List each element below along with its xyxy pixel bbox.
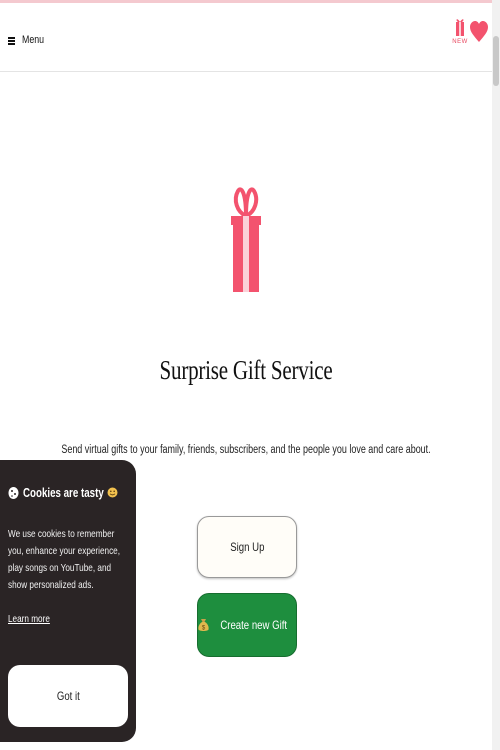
cookie-banner-text: We use cookies to remember you, enhance … — [8, 528, 121, 591]
cookie-banner-header: Cookies are tasty — [8, 485, 118, 500]
money-bag-icon: $ — [198, 619, 209, 632]
scrollbar-thumb[interactable] — [493, 36, 499, 86]
cookie-icon — [8, 486, 19, 499]
menu-button[interactable]: Menu — [8, 31, 50, 49]
heart-icon — [470, 21, 488, 42]
accept-cookies-label: Got it — [56, 689, 80, 703]
gift-icon — [231, 187, 261, 292]
page-subtitle: Send virtual gifts to your family, frien… — [61, 444, 431, 456]
new-badge-label: NEW — [452, 39, 468, 45]
menu-label: Menu — [22, 34, 45, 46]
create-gift-label: Create new Gift — [220, 618, 288, 632]
learn-more-link[interactable]: Learn more — [8, 613, 50, 625]
site-header: Menu NEW — [0, 3, 492, 72]
favorites-button[interactable] — [470, 21, 488, 43]
cookie-banner-title: Cookies are tasty — [23, 485, 104, 500]
page-scrollbar[interactable] — [492, 0, 500, 750]
page-title: Surprise Gift Service — [159, 355, 333, 385]
new-gift-link[interactable]: NEW — [452, 17, 468, 45]
smiley-cookie-icon — [107, 487, 118, 498]
small-gift-icon — [456, 19, 464, 36]
sign-up-button[interactable]: Sign Up — [197, 516, 297, 578]
sign-up-label: Sign Up — [229, 540, 265, 554]
create-gift-button[interactable]: $ Create new Gift — [197, 593, 297, 657]
hamburger-icon — [8, 36, 16, 45]
accept-cookies-button[interactable]: Got it — [8, 665, 128, 727]
cookie-banner: Cookies are tasty We use cookies to reme… — [0, 460, 136, 742]
